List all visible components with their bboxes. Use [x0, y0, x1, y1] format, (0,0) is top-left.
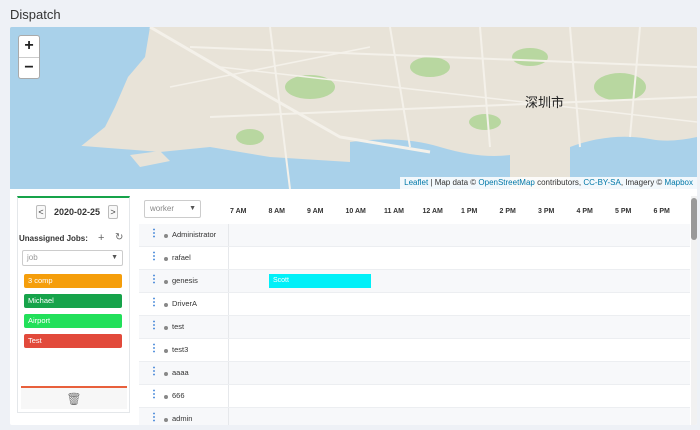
status-dot [164, 280, 168, 284]
worker-row[interactable]: ⋮ aaaa [139, 362, 690, 385]
worker-name: 666 [172, 391, 185, 400]
hour-label: 5 PM [615, 208, 632, 215]
hour-label: 1 PM [461, 208, 478, 215]
schedule-grid: worker ▼ 7 AM 8 AM 9 AM 10 AM 11 AM 12 AM 1 PM… [139, 196, 692, 425]
worker-row[interactable]: ⋮ rafael [139, 247, 690, 270]
page-title: Dispatch [10, 7, 61, 22]
worker-name: test3 [172, 345, 189, 354]
map[interactable]: 深圳市 + − Leaflet | Map data © OpenStreetM… [10, 27, 697, 189]
hour-label: 12 AM [422, 208, 443, 215]
kebab-menu-icon[interactable]: ⋮ [149, 297, 159, 308]
hour-label: 2 PM [499, 208, 516, 215]
worker-name-cell: ⋮ admin [139, 408, 229, 425]
hour-label: 8 AM [268, 208, 285, 215]
dispatch-panel: 深圳市 + − Leaflet | Map data © OpenStreetM… [10, 27, 697, 425]
kebab-menu-icon[interactable]: ⋮ [149, 412, 159, 423]
worker-name-cell: ⋮ rafael [139, 247, 229, 269]
hour-label: 4 PM [576, 208, 593, 215]
prev-date-button[interactable]: < [36, 205, 46, 219]
worker-select[interactable]: worker ▼ [144, 200, 201, 218]
hour-label: 11 AM [384, 208, 404, 215]
unassigned-job[interactable]: Airport [24, 314, 122, 328]
city-label: 深圳市 [525, 96, 565, 111]
leaflet-link[interactable]: Leaflet [404, 178, 428, 187]
worker-name: rafael [172, 253, 191, 262]
attribution-text-1: | Map data © [428, 178, 479, 187]
worker-row[interactable]: ⋮ DriverA [139, 293, 690, 316]
worker-name: DriverA [172, 299, 198, 308]
scheduled-event[interactable]: Scott [269, 274, 371, 288]
trash-icon: 🗑 [66, 392, 82, 406]
worker-name: Administrator [172, 230, 217, 239]
worker-name: admin [172, 414, 193, 423]
worker-name-cell: ⋮ test [139, 316, 229, 338]
chevron-down-icon: ▼ [189, 205, 196, 212]
worker-name: aaaa [172, 368, 189, 377]
unassigned-jobs-panel: < 2020-02-25 > Unassigned Jobs: + ↻ job … [17, 196, 130, 413]
hour-header: 7 AM 8 AM 9 AM 10 AM 11 AM 12 AM 1 PM 2 PM 3 PM 4… [230, 208, 690, 224]
kebab-menu-icon[interactable]: ⋮ [149, 228, 159, 239]
hour-label: 3 PM [538, 208, 555, 215]
worker-row[interactable]: ⋮ 666 [139, 385, 690, 408]
map-tiles [10, 27, 697, 189]
worker-row[interactable]: ⋮ test [139, 316, 690, 339]
worker-row[interactable]: ⋮ genesis Scott [139, 270, 690, 293]
status-dot [164, 418, 168, 422]
add-job-icon[interactable]: + [98, 232, 104, 244]
license-link[interactable]: CC-BY-SA [583, 178, 621, 187]
worker-name: test [172, 322, 185, 331]
status-dot [164, 395, 168, 399]
zoom-in-button[interactable]: + [19, 36, 39, 57]
kebab-menu-icon[interactable]: ⋮ [149, 251, 159, 262]
attribution-text-3: , Imagery © [620, 178, 665, 187]
date-navigator: < 2020-02-25 > [36, 205, 119, 219]
status-dot [164, 257, 168, 261]
kebab-menu-icon[interactable]: ⋮ [149, 366, 159, 377]
kebab-menu-icon[interactable]: ⋮ [149, 320, 159, 331]
worker-name-cell: ⋮ 666 [139, 385, 229, 407]
worker-name-cell: ⋮ genesis [139, 270, 229, 292]
next-date-button[interactable]: > [108, 205, 119, 219]
status-dot [164, 303, 168, 307]
status-dot [164, 372, 168, 376]
osm-link[interactable]: OpenStreetMap [478, 178, 534, 187]
status-dot [164, 326, 168, 330]
zoom-control: + − [18, 35, 40, 79]
kebab-menu-icon[interactable]: ⋮ [149, 389, 159, 400]
scrollbar-thumb[interactable] [691, 198, 697, 240]
kebab-menu-icon[interactable]: ⋮ [149, 274, 159, 285]
status-dot [164, 349, 168, 353]
unassigned-jobs-label: Unassigned Jobs: [19, 234, 88, 243]
worker-name-cell: ⋮ test3 [139, 339, 229, 361]
worker-name-cell: ⋮ Administrator [139, 224, 229, 246]
trash-drop-zone[interactable]: 🗑 [21, 386, 127, 409]
job-select[interactable]: job ▼ [22, 250, 123, 266]
job-select-placeholder: job [27, 253, 38, 262]
hour-label: 9 AM [307, 208, 324, 215]
worker-select-placeholder: worker [150, 204, 175, 213]
current-date: 2020-02-25 [54, 207, 101, 217]
hour-label: 7 AM [230, 208, 247, 215]
status-dot [164, 234, 168, 238]
refresh-icon[interactable]: ↻ [115, 232, 123, 243]
worker-row[interactable]: ⋮ Administrator [139, 224, 690, 247]
zoom-out-button[interactable]: − [19, 57, 39, 78]
unassigned-job[interactable]: 3 comp [24, 274, 122, 288]
unassigned-job[interactable]: Michael [24, 294, 122, 308]
attribution-text-2: contributors, [534, 178, 584, 187]
worker-name-cell: ⋮ aaaa [139, 362, 229, 384]
hour-label: 10 AM [345, 208, 366, 215]
schedule-scrollbar[interactable] [691, 196, 697, 425]
worker-name: genesis [172, 276, 198, 285]
chevron-down-icon: ▼ [111, 254, 118, 261]
hour-label: 6 PM [653, 208, 670, 215]
kebab-menu-icon[interactable]: ⋮ [149, 343, 159, 354]
worker-name-cell: ⋮ DriverA [139, 293, 229, 315]
mapbox-link[interactable]: Mapbox [665, 178, 693, 187]
worker-row[interactable]: ⋮ test3 [139, 339, 690, 362]
map-attribution: Leaflet | Map data © OpenStreetMap contr… [400, 177, 697, 189]
unassigned-job[interactable]: Test [24, 334, 122, 348]
worker-row[interactable]: ⋮ admin [139, 408, 690, 425]
